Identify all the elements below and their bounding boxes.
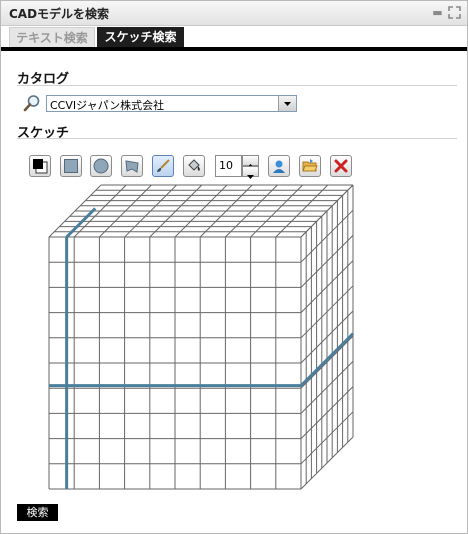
square-shape-tool[interactable] xyxy=(60,155,82,177)
person-icon xyxy=(273,160,285,173)
magnifier-icon xyxy=(23,94,41,112)
brush-tool[interactable] xyxy=(152,155,174,177)
circle-shape-tool[interactable] xyxy=(90,155,112,177)
catalog-divider xyxy=(17,85,457,86)
tab-bar: テキスト検索 スケッチ検索 xyxy=(1,27,467,47)
folder-icon xyxy=(302,159,318,172)
minimize-icon[interactable]: ▬ xyxy=(431,6,444,19)
open-folder-tool[interactable] xyxy=(299,155,321,177)
window-title: CADモデルを検索 xyxy=(9,7,110,21)
chevron-up-icon[interactable] xyxy=(242,155,259,168)
title-bar: CADモデルを検索 ▬ xyxy=(1,1,467,26)
sketch-divider xyxy=(17,138,457,139)
circle-icon xyxy=(93,158,109,174)
clear-tool[interactable] xyxy=(330,155,352,177)
color-swatch-icon xyxy=(33,159,48,174)
brush-icon xyxy=(157,159,170,172)
sketch-stroke xyxy=(65,207,97,239)
person-tool[interactable] xyxy=(268,155,290,177)
free-shape-tool[interactable] xyxy=(121,155,143,177)
shape-icon xyxy=(125,160,139,173)
tab-underline xyxy=(1,47,467,51)
tab-text-search[interactable]: テキスト検索 xyxy=(9,27,95,47)
chevron-down-icon[interactable] xyxy=(278,96,296,111)
fill-tool[interactable] xyxy=(183,155,205,177)
chevron-down-icon[interactable] xyxy=(242,166,259,179)
close-icon xyxy=(334,159,348,173)
catalog-selected-value: CCVIジャパン株式会社 xyxy=(50,99,165,112)
color-picker-tool[interactable] xyxy=(29,155,51,177)
paint-bucket-icon xyxy=(188,159,200,171)
catalog-select[interactable]: CCVIジャパン株式会社 xyxy=(46,95,297,112)
sketch-canvas[interactable] xyxy=(45,179,358,494)
search-button[interactable]: 検索 xyxy=(17,504,58,521)
tab-sketch-search[interactable]: スケッチ検索 xyxy=(97,27,184,47)
brush-size-value[interactable]: 10 xyxy=(215,155,242,177)
search-panel: CADモデルを検索 ▬ テキスト検索 スケッチ検索 カタログ CCVIジャパン株… xyxy=(0,0,468,534)
square-icon xyxy=(64,159,78,173)
expand-icon[interactable] xyxy=(448,6,461,19)
brush-size-stepper[interactable]: 10 xyxy=(215,155,259,179)
